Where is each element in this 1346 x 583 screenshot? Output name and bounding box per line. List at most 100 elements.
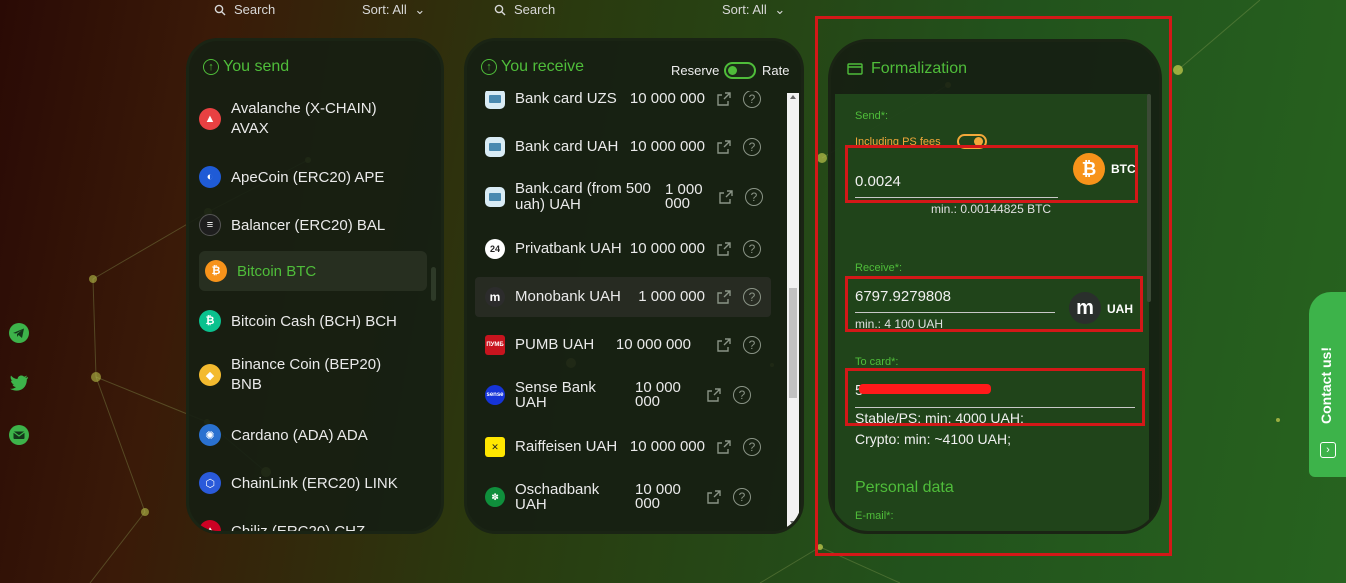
receive-item-sense[interactable]: sense Sense Bank UAH 10 000 000 ? bbox=[475, 375, 771, 415]
list-item-label: AVAX bbox=[231, 120, 269, 137]
chiliz-icon: ♦ bbox=[199, 520, 221, 531]
search-left[interactable]: Search bbox=[214, 2, 275, 17]
list-item-label: Monobank UAH bbox=[515, 288, 621, 305]
list-item-label: Chiliz (ERC20) CHZ bbox=[231, 522, 366, 534]
send-item-ape[interactable]: ◐ ApeCoin (ERC20) APE bbox=[199, 163, 427, 191]
help-icon[interactable]: ? bbox=[743, 288, 761, 306]
rate-label: Rate bbox=[762, 63, 790, 78]
bitcoin-icon: ₿ bbox=[205, 260, 227, 282]
external-link-icon[interactable] bbox=[717, 242, 731, 256]
send-min-label: min.: 0.00144825 BTC bbox=[931, 202, 1052, 216]
help-icon[interactable]: ? bbox=[743, 438, 761, 456]
receive-item-monobank[interactable]: m Monobank UAH 1 000 000 ? bbox=[475, 277, 771, 317]
receive-item-oschadbank[interactable]: ✽ Oschadbank UAH 10 000 000 ? bbox=[475, 477, 771, 517]
list-item-label: Sense Bank UAH bbox=[515, 379, 596, 411]
receive-panel-title: ↑ You receive bbox=[481, 58, 584, 76]
send-scrollbar[interactable] bbox=[431, 267, 436, 301]
receive-field-label: Receive*: bbox=[855, 262, 903, 274]
list-item-label: Privatbank UAH bbox=[515, 240, 622, 257]
external-link-icon[interactable] bbox=[717, 140, 731, 154]
list-item-label: Binance Coin (BEP20) bbox=[231, 356, 382, 373]
send-item-bal[interactable]: ≡ Balancer (ERC20) BAL bbox=[199, 211, 427, 239]
scrollbar-down-icon[interactable] bbox=[790, 521, 796, 525]
receive-item-uah[interactable]: Bank card UAH 10 000 000 ? bbox=[475, 127, 771, 167]
sort-mid-label: Sort: All bbox=[722, 2, 767, 17]
scrollbar-up-icon[interactable] bbox=[790, 95, 796, 99]
help-icon[interactable]: ? bbox=[743, 240, 761, 258]
list-item-label: Raiffeisen UAH bbox=[515, 438, 618, 455]
list-item-label: BNB bbox=[231, 376, 262, 393]
send-item-ada[interactable]: ✺ Cardano (ADA) ADA bbox=[199, 421, 427, 449]
sort-left[interactable]: Sort: All ⌄ bbox=[362, 2, 425, 18]
external-link-icon[interactable] bbox=[719, 190, 733, 204]
chevron-down-icon: ⌄ bbox=[774, 2, 786, 17]
privatbank-icon: 24 bbox=[485, 239, 505, 259]
list-item-label: Bank card UZS bbox=[515, 91, 617, 107]
email-icon[interactable] bbox=[8, 424, 30, 446]
help-icon[interactable]: ? bbox=[743, 336, 761, 354]
list-item-amount: 10 000 000 bbox=[615, 336, 691, 353]
arrow-up-icon: ↑ bbox=[203, 59, 219, 75]
external-link-icon[interactable] bbox=[717, 290, 731, 304]
form-scrollbar[interactable] bbox=[1147, 94, 1151, 302]
send-item-bnb[interactable]: ◆ Binance Coin (BEP20) BNB bbox=[199, 355, 427, 395]
telegram-icon[interactable] bbox=[8, 322, 30, 344]
bank-card-icon bbox=[485, 137, 505, 157]
receive-item-card500[interactable]: Bank.card (from 500 uah) UAH 1 000 000 ? bbox=[475, 177, 771, 217]
list-item-amount: 10 000 000 bbox=[629, 240, 705, 257]
help-icon[interactable]: ? bbox=[743, 138, 761, 156]
send-item-bch[interactable]: ₿ Bitcoin Cash (BCH) BCH bbox=[199, 307, 427, 335]
receive-item-uzs[interactable]: Bank card UZS 10 000 000 ? bbox=[475, 91, 771, 119]
bank-card-icon bbox=[485, 91, 505, 109]
balancer-icon: ≡ bbox=[199, 214, 221, 236]
contact-us-tab[interactable]: Contact us! › bbox=[1309, 292, 1346, 477]
toggle-knob bbox=[728, 66, 737, 75]
help-icon[interactable]: ? bbox=[733, 488, 751, 506]
receive-item-privatbank[interactable]: 24 Privatbank UAH 10 000 000 ? bbox=[475, 229, 771, 269]
chat-icon: › bbox=[1320, 442, 1336, 458]
external-link-icon[interactable] bbox=[707, 388, 721, 402]
personal-data-title: Personal data bbox=[855, 479, 954, 496]
list-item-label: ApeCoin (ERC20) APE bbox=[231, 168, 385, 186]
receive-item-pumb[interactable]: ПУМБ PUMB UAH 10 000 000 ? bbox=[475, 325, 771, 365]
list-item-amount: 10 000 000 bbox=[635, 379, 681, 410]
send-item-chz[interactable]: ♦ Chiliz (ERC20) CHZ bbox=[199, 517, 427, 534]
receive-scrollbar[interactable] bbox=[787, 93, 799, 527]
list-item-label: Bitcoin BTC bbox=[237, 262, 317, 280]
cardano-icon: ✺ bbox=[199, 424, 221, 446]
reserve-label: Reserve bbox=[671, 63, 720, 78]
twitter-icon[interactable] bbox=[8, 372, 30, 394]
card-field-label: To card*: bbox=[855, 356, 899, 368]
external-link-icon[interactable] bbox=[717, 338, 731, 352]
binance-icon: ◆ bbox=[199, 364, 221, 386]
external-link-icon[interactable] bbox=[717, 92, 731, 106]
reserve-rate-toggle[interactable] bbox=[724, 62, 756, 79]
arrow-up-icon: ↑ bbox=[481, 59, 497, 75]
scrollbar-thumb[interactable] bbox=[789, 288, 797, 398]
help-icon[interactable]: ? bbox=[745, 188, 763, 206]
send-field-label: Send*: bbox=[855, 110, 889, 122]
list-item-amount: 1 000 000 bbox=[665, 181, 703, 212]
sort-left-label: Sort: All bbox=[362, 2, 407, 17]
search-mid[interactable]: Search bbox=[494, 2, 555, 17]
help-icon[interactable]: ? bbox=[743, 91, 761, 108]
list-item-label: Balancer (ERC20) BAL bbox=[231, 216, 386, 234]
list-item-label: Bank card UAH bbox=[515, 138, 619, 155]
receive-item-raiffeisen[interactable]: ✕ Raiffeisen UAH 10 000 000 ? bbox=[475, 427, 771, 467]
external-link-icon[interactable] bbox=[707, 490, 721, 504]
search-mid-label: Search bbox=[514, 2, 556, 17]
send-item-avax[interactable]: ▲ Avalanche (X-CHAIN) AVAX bbox=[199, 99, 427, 139]
send-panel-title: ↑ You send bbox=[203, 58, 289, 76]
annotation-receive-box bbox=[845, 276, 1143, 332]
list-item-label: Avalanche (X-CHAIN) bbox=[231, 100, 377, 117]
oschadbank-icon: ✽ bbox=[485, 487, 505, 507]
chainlink-icon: ⬡ bbox=[199, 472, 221, 494]
list-item-label: Oschadbank UAH bbox=[515, 481, 600, 513]
sort-mid[interactable]: Sort: All ⌄ bbox=[722, 2, 785, 18]
send-item-btc[interactable]: ₿ Bitcoin BTC bbox=[199, 251, 427, 291]
receive-panel: ↑ You receive Reserve Rate Bank card UZS… bbox=[464, 38, 804, 534]
help-icon[interactable]: ? bbox=[733, 386, 751, 404]
send-item-link[interactable]: ⬡ ChainLink (ERC20) LINK bbox=[199, 469, 427, 497]
list-item-label: Bank.card (from 500 uah) UAH bbox=[515, 180, 651, 213]
external-link-icon[interactable] bbox=[717, 440, 731, 454]
